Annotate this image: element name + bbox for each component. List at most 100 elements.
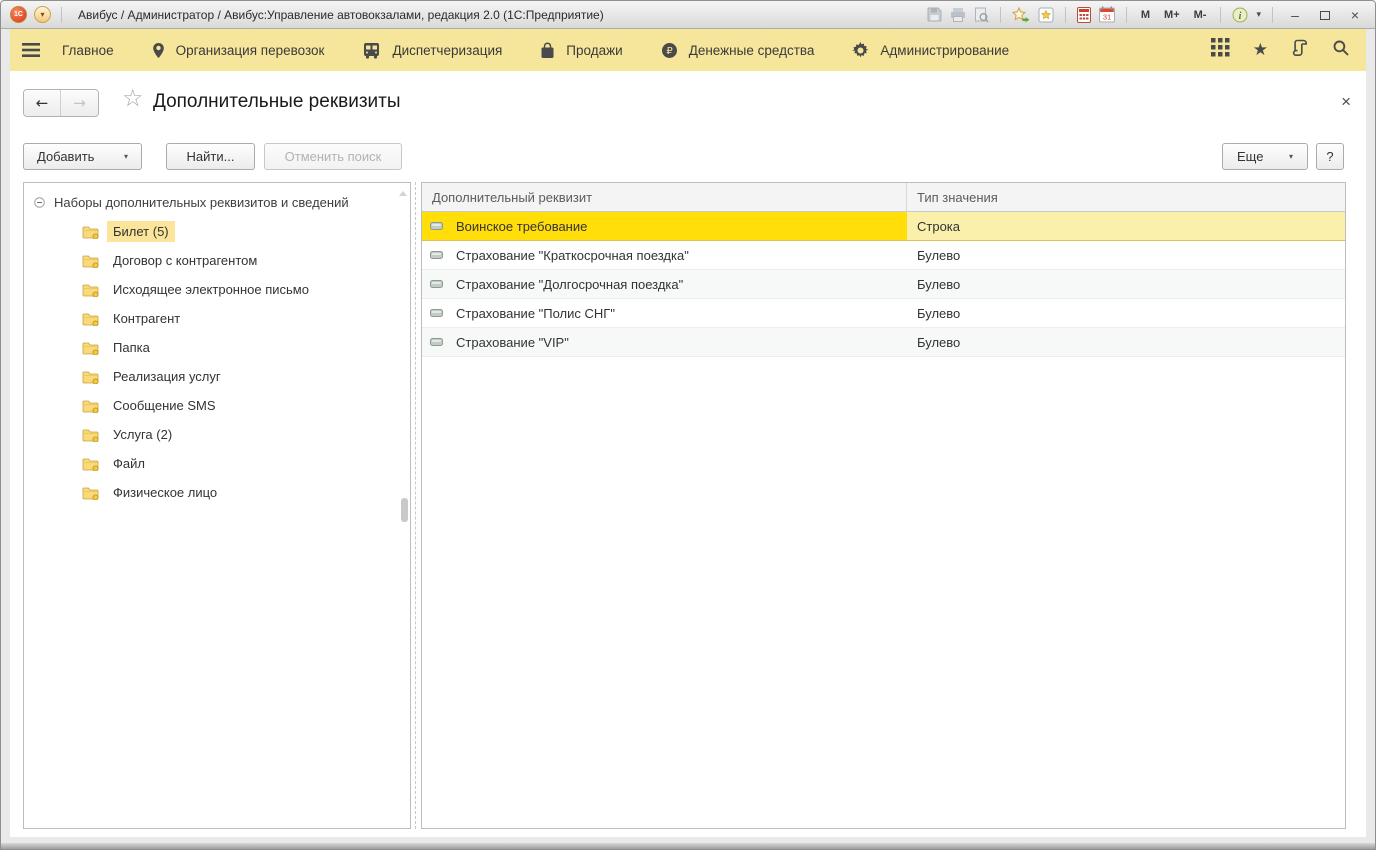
- table-row[interactable]: Страхование "Краткосрочная поездка" Буле…: [422, 241, 1345, 270]
- svg-text:i: i: [1239, 10, 1242, 21]
- system-menu-button[interactable]: ▾: [34, 6, 51, 23]
- add-to-favorites-star-icon[interactable]: ☆: [122, 86, 144, 110]
- attribute-sets-tree: Наборы дополнительных реквизитов и сведе…: [24, 183, 410, 507]
- attribute-icon: [430, 338, 443, 346]
- folder-icon: [82, 399, 99, 413]
- table-row[interactable]: Воинское требование Строка: [422, 212, 1345, 241]
- section-menubar: Главное Организация перевозок Диспетчери…: [10, 29, 1366, 71]
- tree-item-label: Исходящее электронное письмо: [113, 282, 309, 297]
- close-window-button[interactable]: ×: [1344, 6, 1366, 24]
- value-type-cell[interactable]: Булево: [907, 270, 1345, 298]
- attribute-icon: [430, 280, 443, 288]
- tree-item[interactable]: Папка: [24, 333, 410, 362]
- tree-root[interactable]: Наборы дополнительных реквизитов и сведе…: [24, 188, 410, 217]
- tree-items: Билет (5) Договор с контрагентом Исходящ…: [24, 217, 410, 507]
- collapse-icon[interactable]: [34, 197, 45, 208]
- menu-item-administration[interactable]: Администрирование: [852, 42, 1009, 59]
- memory-add-button[interactable]: M+: [1161, 9, 1183, 21]
- add-button[interactable]: Добавить ▾: [23, 143, 142, 170]
- attribute-name-cell[interactable]: Страхование "Краткосрочная поездка": [422, 241, 907, 269]
- close-form-icon[interactable]: ×: [1341, 93, 1351, 110]
- main-menu-icon[interactable]: [22, 43, 40, 57]
- favorites-star-icon[interactable]: ★: [1253, 42, 1268, 59]
- tree-item-label: Папка: [113, 340, 150, 355]
- column-header-attribute[interactable]: Дополнительный реквизит: [422, 183, 907, 211]
- tree-item-label: Контрагент: [113, 311, 180, 326]
- maximize-icon: [1320, 11, 1330, 20]
- cancel-search-button: Отменить поиск: [264, 143, 402, 170]
- menu-item-transport-organization[interactable]: Организация перевозок: [152, 42, 325, 59]
- maximize-button[interactable]: [1314, 6, 1336, 24]
- forward-button[interactable]: →: [61, 90, 98, 116]
- column-header-value-type[interactable]: Тип значения: [907, 183, 1345, 211]
- attribute-name-cell[interactable]: Страхование "Долгосрочная поездка": [422, 270, 907, 298]
- folder-icon: [82, 428, 99, 442]
- tree-item[interactable]: Реализация услуг: [24, 362, 410, 391]
- value-type-cell[interactable]: Булево: [907, 299, 1345, 327]
- minimize-button[interactable]: –: [1284, 6, 1306, 24]
- menu-item-dispatching[interactable]: Диспетчеризация: [362, 42, 502, 59]
- print-preview-icon[interactable]: [974, 6, 989, 24]
- chevron-down-icon[interactable]: ▾: [124, 152, 128, 161]
- save-icon[interactable]: [927, 6, 942, 24]
- info-dropdown-icon[interactable]: ▾: [1256, 10, 1261, 20]
- table-row[interactable]: Страхование "Долгосрочная поездка" Булев…: [422, 270, 1345, 299]
- attribute-sets-panel: Наборы дополнительных реквизитов и сведе…: [23, 182, 411, 829]
- tree-item[interactable]: Договор с контрагентом: [24, 246, 410, 275]
- memory-subtract-button[interactable]: M-: [1191, 9, 1210, 21]
- folder-icon: [82, 225, 99, 239]
- find-button[interactable]: Найти...: [166, 143, 255, 170]
- attribute-name-cell[interactable]: Страхование "VIP": [422, 328, 907, 356]
- tree-item-label: Услуга (2): [113, 427, 172, 442]
- panels: Наборы дополнительных реквизитов и сведе…: [23, 182, 1346, 829]
- more-button[interactable]: Еще ▾: [1222, 143, 1308, 170]
- table-row[interactable]: Страхование "Полис СНГ" Булево: [422, 299, 1345, 328]
- memory-recall-button[interactable]: M: [1138, 9, 1153, 21]
- print-icon[interactable]: [950, 6, 966, 24]
- folder-icon: [82, 486, 99, 500]
- separator: [1220, 7, 1221, 23]
- value-type: Булево: [917, 248, 960, 263]
- tree-item[interactable]: Билет (5): [24, 217, 410, 246]
- tree-item-label: Сообщение SMS: [113, 398, 216, 413]
- search-icon[interactable]: [1332, 39, 1350, 62]
- all-functions-grid-icon[interactable]: [1211, 38, 1230, 62]
- tree-item-label: Файл: [113, 456, 145, 471]
- add-favorite-icon[interactable]: [1012, 6, 1030, 24]
- menu-item-cash[interactable]: ₽ Денежные средства: [661, 42, 815, 59]
- tree-scrollbar-thumb[interactable]: [401, 498, 408, 522]
- scroll-up-icon[interactable]: [399, 191, 407, 196]
- value-type-cell[interactable]: Булево: [907, 328, 1345, 356]
- calendar-icon[interactable]: 31: [1099, 6, 1115, 24]
- tree-item[interactable]: Исходящее электронное письмо: [24, 275, 410, 304]
- shopping-bag-icon: [540, 42, 555, 59]
- form-additional-attributes: ← → ☆ Дополнительные реквизиты × Добавит…: [10, 71, 1366, 837]
- attribute-name-cell[interactable]: Воинское требование: [422, 212, 907, 240]
- tree-item[interactable]: Сообщение SMS: [24, 391, 410, 420]
- tree-item[interactable]: Физическое лицо: [24, 478, 410, 507]
- chevron-down-icon: ▾: [1289, 152, 1293, 161]
- history-icon[interactable]: [1291, 38, 1309, 62]
- value-type-cell[interactable]: Строка: [907, 212, 1345, 240]
- panel-splitter[interactable]: [415, 182, 416, 829]
- location-pin-icon: [152, 42, 165, 59]
- calculator-icon[interactable]: [1077, 6, 1091, 24]
- value-type-cell[interactable]: Булево: [907, 241, 1345, 269]
- table-row[interactable]: Страхование "VIP" Булево: [422, 328, 1345, 357]
- menu-item-main[interactable]: Главное: [62, 43, 114, 58]
- tree-item-label: Реализация услуг: [113, 369, 221, 384]
- tree-item[interactable]: Файл: [24, 449, 410, 478]
- svg-text:₽: ₽: [666, 46, 673, 57]
- info-icon[interactable]: i: [1232, 6, 1248, 24]
- menu-item-sales[interactable]: Продажи: [540, 42, 622, 59]
- tree-item[interactable]: Контрагент: [24, 304, 410, 333]
- help-button[interactable]: ?: [1316, 143, 1344, 170]
- window-title: Авибус / Администратор / Авибус:Управлен…: [78, 8, 604, 22]
- value-type: Булево: [917, 306, 960, 321]
- separator: [1000, 7, 1001, 23]
- favorites-icon[interactable]: [1038, 6, 1054, 24]
- attribute-name-cell[interactable]: Страхование "Полис СНГ": [422, 299, 907, 327]
- tree-item[interactable]: Услуга (2): [24, 420, 410, 449]
- toolbar: Добавить ▾ Найти... Отменить поиск Еще ▾…: [23, 143, 1344, 170]
- back-button[interactable]: ←: [24, 90, 61, 116]
